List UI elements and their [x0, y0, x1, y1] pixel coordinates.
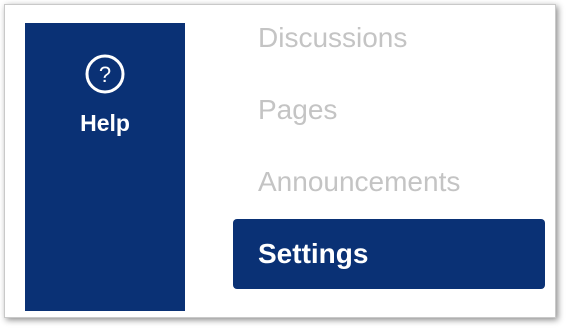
course-navigation-menu: Discussions Pages Announcements Settings	[233, 5, 553, 317]
help-nav-item[interactable]: ? Help	[25, 53, 185, 143]
screenshot-frame: ? Help Discussions Pages Announcements S…	[4, 4, 556, 318]
course-nav-item-announcements[interactable]: Announcements	[233, 147, 545, 217]
course-nav-item-pages[interactable]: Pages	[233, 75, 545, 145]
course-nav-item-discussions[interactable]: Discussions	[233, 5, 545, 73]
course-nav-item-settings[interactable]: Settings	[233, 219, 545, 289]
svg-text:?: ?	[99, 62, 111, 87]
help-label: Help	[80, 110, 130, 136]
help-circle-icon: ?	[84, 53, 126, 95]
global-navigation-sidebar: ? Help	[25, 23, 185, 311]
